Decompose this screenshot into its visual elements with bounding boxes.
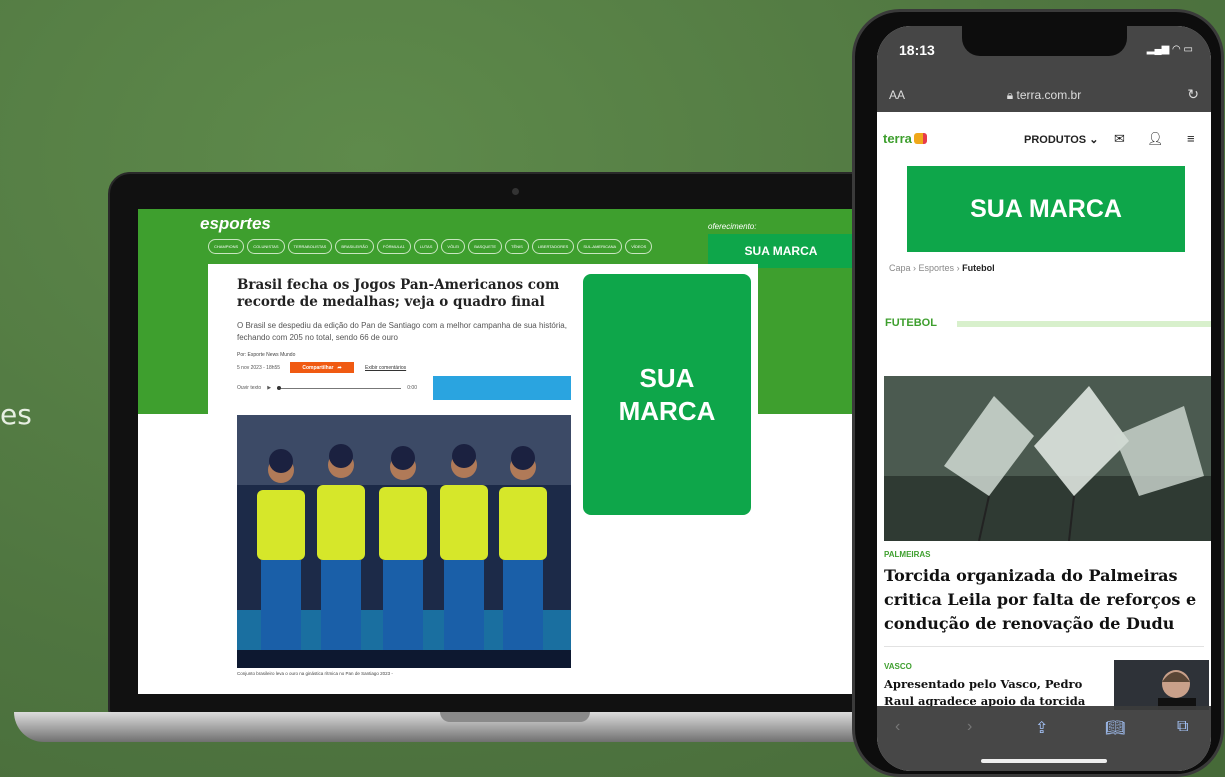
sponsor-brand-mobile[interactable]: SUA MARCA [907, 166, 1185, 252]
nav-item[interactable]: COLUNISTAS [247, 239, 285, 254]
laptop-camera [512, 188, 519, 195]
audio-progress-bar[interactable] [277, 385, 402, 390]
article-subtitle: O Brasil se despediu da edição do Pan de… [237, 321, 567, 342]
breadcrumb-current: Futebol [962, 263, 995, 273]
chevron-down-icon: ⌄ [1089, 134, 1099, 146]
laptop-base-notch [440, 712, 590, 722]
nav-item[interactable]: TÊNIS [505, 239, 529, 254]
user-icon[interactable]: 👤︎ [1147, 131, 1164, 147]
share-icon[interactable]: ⇪ [1035, 718, 1048, 738]
status-icons: ▂▄▆ ◠ ▭ [1146, 44, 1193, 55]
products-menu[interactable]: PRODUTOS ⌄ [1024, 133, 1098, 146]
breadcrumb-item[interactable]: Esportes [919, 263, 955, 273]
share-button[interactable]: Compartilhar ➦ [290, 362, 354, 373]
nav-item[interactable]: VÍDEOS [625, 239, 653, 254]
nav-item[interactable]: TERRABOLISTAS [287, 239, 333, 254]
share-icon: ➦ [337, 364, 342, 371]
article-author: Por: Esporte News Mundo [237, 352, 296, 358]
story-thumbnail[interactable] [1114, 660, 1209, 710]
back-icon[interactable]: ‹ [895, 718, 900, 736]
article-title: Brasil fecha os Jogos Pan-Americanos com… [237, 277, 560, 310]
ad-banner[interactable] [433, 376, 571, 400]
audio-time: 0:00 [407, 385, 417, 391]
status-bar: 18:13 ▂▄▆ ◠ ▭ [877, 26, 1211, 76]
browser-url-bar[interactable]: AA 🔒︎ terra.com.br ↻ [877, 76, 1211, 112]
phone-screen: 18:13 ▂▄▆ ◠ ▭ AA 🔒︎ terra.com.br ↻ terra… [877, 26, 1211, 771]
hamburger-menu-icon[interactable]: ≡ [1187, 131, 1195, 146]
sponsor-brand-large[interactable]: SUA MARCA [583, 274, 751, 515]
sponsor-label: oferecimento: [708, 222, 757, 231]
reload-icon[interactable]: ↻ [1187, 86, 1199, 103]
laptop-mockup: esportes CHAMPIONS COLUNISTAS TERRABOLIS… [108, 172, 874, 714]
nav-item[interactable]: BRASILEIRÃO [335, 239, 375, 254]
nav-item[interactable]: LIBERTADORES [531, 239, 575, 254]
section-rule [957, 321, 1211, 327]
bookmarks-icon[interactable]: 📖︎ [1105, 718, 1125, 738]
laptop-screen: esportes CHAMPIONS COLUNISTAS TERRABOLIS… [138, 209, 856, 694]
phone-notch [962, 26, 1127, 56]
section-title: FUTEBOL [885, 317, 937, 329]
nav-item[interactable]: CHAMPIONS [208, 239, 245, 254]
article-date: 5 nov 2023 - 18h55 [237, 365, 281, 371]
comments-link[interactable]: Exibir comentários [365, 365, 406, 371]
url-text[interactable]: 🔒︎ terra.com.br [877, 88, 1211, 103]
gymnasts-photo [237, 415, 571, 668]
url-domain: terra.com.br [1016, 88, 1082, 102]
mobile-header: terra PRODUTOS ⌄ ✉ 👤︎ ≡ [877, 112, 1211, 162]
photo-caption: Conjunto brasileiro leva o ouro na ginás… [237, 671, 393, 676]
terra-logo[interactable]: terra [883, 131, 927, 146]
terra-logo-mark [913, 133, 927, 144]
story-tag[interactable]: VASCO [884, 662, 912, 671]
terra-logo-text: terra [883, 131, 912, 146]
nav-item[interactable]: VÔLEI [441, 239, 466, 254]
breadcrumb-item[interactable]: Capa [889, 263, 911, 273]
products-label: PRODUTOS [1024, 134, 1087, 146]
forward-icon[interactable]: › [967, 718, 972, 736]
story-headline[interactable]: Apresentado pelo Vasco, Pedro Raul agrad… [884, 676, 1104, 710]
article-photo [237, 415, 571, 668]
play-icon[interactable]: ▶ [267, 385, 271, 391]
status-time: 18:13 [899, 42, 935, 58]
mail-icon[interactable]: ✉ [1114, 131, 1125, 147]
audio-progress-handle[interactable] [277, 385, 282, 390]
breadcrumb: Capa › Esportes › Futebol [889, 263, 995, 273]
section-nav: CHAMPIONS COLUNISTAS TERRABOLISTAS BRASI… [208, 239, 653, 254]
audio-player[interactable]: Ouvir texto ▶ 0:00 [237, 382, 417, 394]
story-tag[interactable]: PALMEIRAS [884, 550, 931, 559]
background-edge-text: es [0, 398, 32, 431]
story-headline[interactable]: Torcida organizada do Palmeiras critica … [884, 564, 1204, 636]
brand-line-2: MARCA [618, 395, 716, 426]
crowd-flags-photo [884, 376, 1211, 541]
site-logo[interactable]: esportes [200, 214, 271, 234]
nav-item[interactable]: FÓRMULA1 [377, 239, 411, 254]
story-photo[interactable] [884, 376, 1211, 541]
player-thumbnail [1114, 660, 1209, 710]
phone-mockup: 18:13 ▂▄▆ ◠ ▭ AA 🔒︎ terra.com.br ↻ terra… [852, 9, 1224, 777]
brand-line-1: SUA [639, 362, 695, 393]
nav-item[interactable]: SUL-AMERICANA [577, 239, 623, 254]
lock-icon: 🔒︎ [1006, 88, 1017, 102]
audio-label: Ouvir texto [237, 385, 262, 391]
sponsor-brand-small[interactable]: SUA MARCA [708, 234, 854, 268]
home-indicator[interactable] [981, 759, 1107, 763]
share-label: Compartilhar [302, 364, 334, 371]
divider [884, 646, 1204, 647]
tabs-icon[interactable]: ⧉ [1177, 718, 1188, 736]
nav-item[interactable]: LUTAS [413, 239, 439, 254]
nav-item[interactable]: BASQUETE [468, 239, 502, 254]
